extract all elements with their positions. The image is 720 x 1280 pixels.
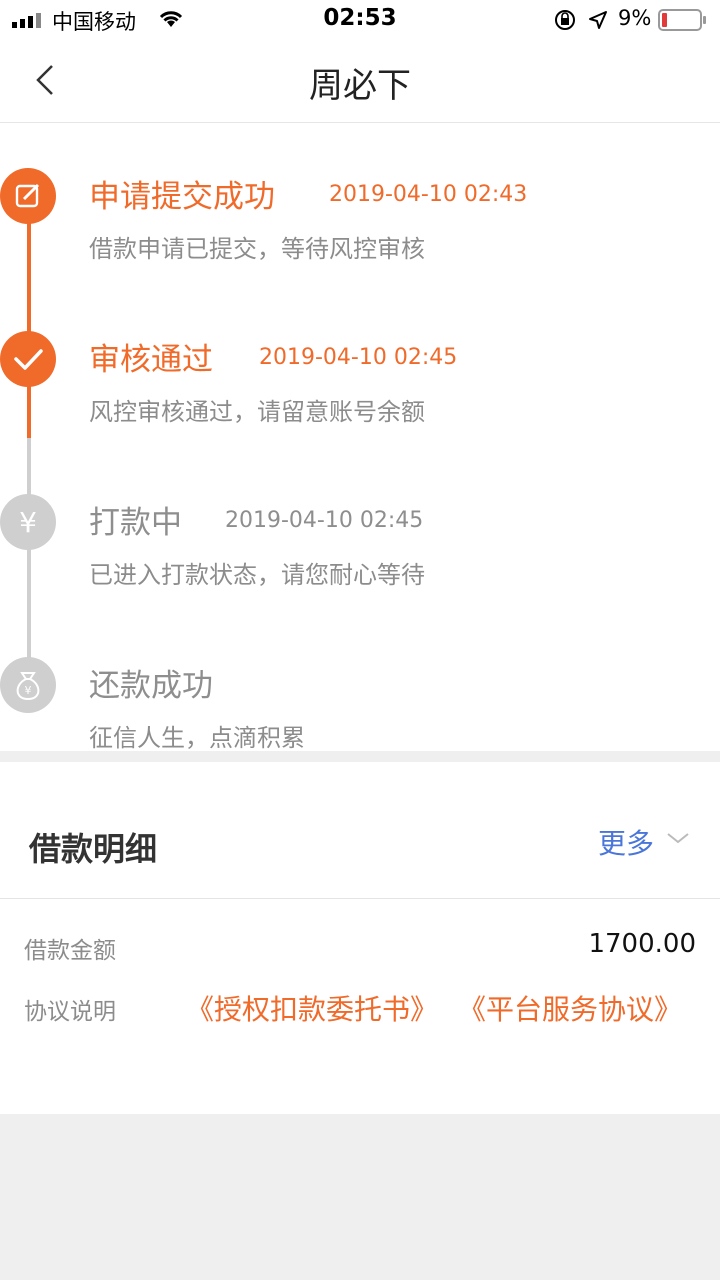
step-time: 2019-04-10 02:45 [259, 345, 458, 370]
loan-details-card: 借款明细 更多 借款金额 1700.00 协议说明 《授权扣款委托书》 《平台服… [0, 762, 720, 1114]
step-time: 2019-04-10 02:43 [329, 182, 528, 207]
section-divider [0, 751, 720, 762]
divider [0, 898, 720, 899]
svg-text:¥: ¥ [19, 506, 37, 539]
authorization-agreement-link[interactable]: 《授权扣款委托书》 [186, 988, 438, 1028]
svg-text:¥: ¥ [25, 684, 32, 697]
step-desc: 征信人生，点滴积累 [89, 724, 305, 752]
edit-icon [15, 183, 40, 208]
timeline-line-inactive [27, 438, 31, 678]
step-approved-marker [0, 331, 56, 387]
money-bag-icon: ¥ [16, 672, 40, 701]
battery-percent: 9% [618, 6, 652, 30]
more-label: 更多 [598, 827, 655, 860]
amount-label: 借款金额 [24, 938, 116, 964]
step-repaid-marker: ¥ [0, 657, 56, 713]
nav-bar: 周必下 [0, 40, 720, 123]
section-title: 借款明细 [29, 830, 158, 868]
yuan-icon: ¥ [19, 506, 37, 539]
clock: 02:53 [323, 5, 397, 31]
step-disbursing-marker: ¥ [0, 494, 56, 550]
chevron-down-icon [667, 833, 689, 844]
more-button[interactable]: 更多 [598, 822, 689, 862]
check-icon [14, 349, 43, 370]
step-title: 审核通过 [89, 342, 213, 378]
step-desc: 借款申请已提交，等待风控审核 [89, 235, 425, 263]
step-title: 申请提交成功 [89, 179, 275, 215]
step-title: 还款成功 [89, 668, 213, 704]
service-agreement-link[interactable]: 《平台服务协议》 [458, 988, 682, 1028]
step-submitted-marker [0, 168, 56, 224]
timeline-line-active [27, 196, 31, 438]
battery-icon [658, 9, 706, 31]
page-title: 周必下 [309, 66, 411, 106]
rotation-lock-icon [555, 10, 575, 30]
amount-value: 1700.00 [588, 929, 696, 959]
step-title: 打款中 [89, 505, 182, 541]
location-arrow-icon [589, 11, 607, 29]
agreement-label: 协议说明 [24, 999, 116, 1025]
step-desc: 风控审核通过，请留意账号余额 [89, 398, 425, 426]
step-desc: 已进入打款状态，请您耐心等待 [89, 561, 425, 589]
status-bar: 中国移动 02:53 9% [0, 0, 720, 40]
loan-progress-timeline: 申请提交成功 2019-04-10 02:43 借款申请已提交，等待风控审核 审… [0, 123, 720, 752]
step-time: 2019-04-10 02:45 [225, 508, 424, 533]
